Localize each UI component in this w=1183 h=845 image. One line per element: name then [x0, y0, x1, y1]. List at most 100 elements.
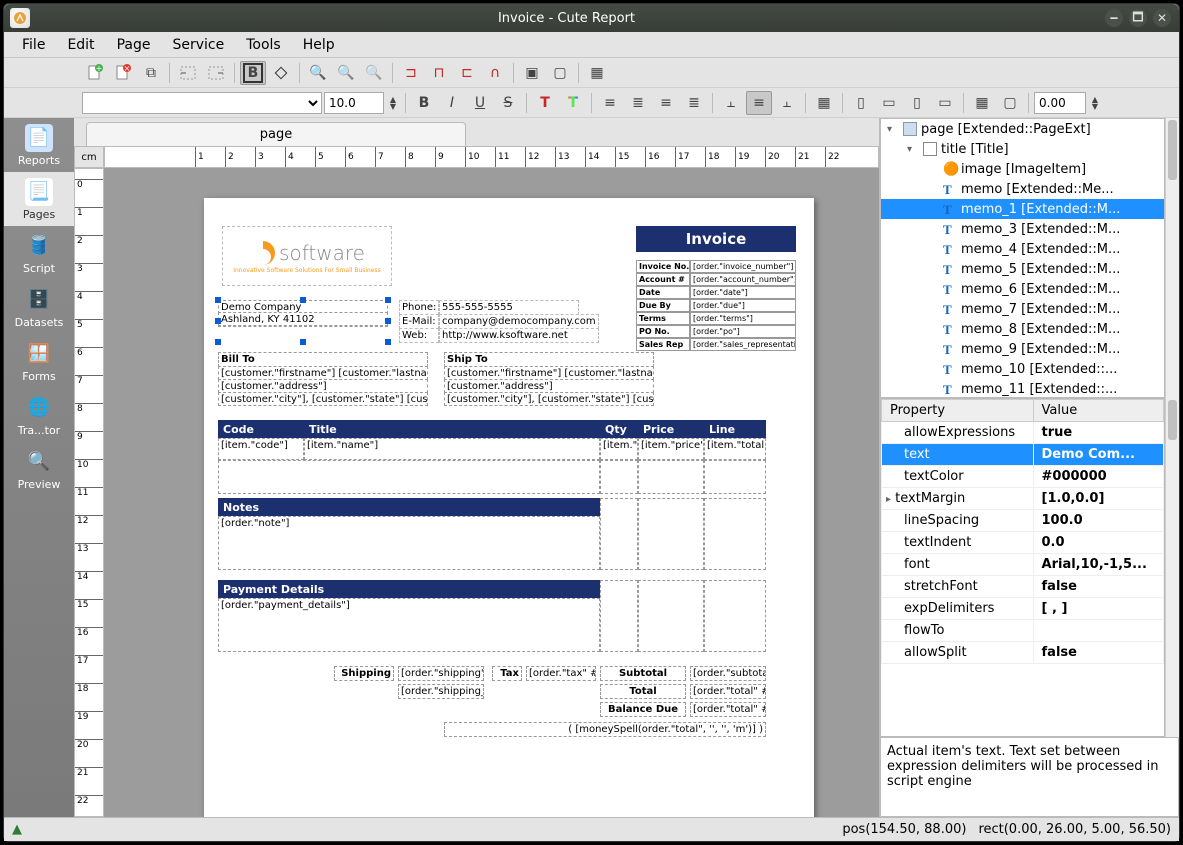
- font-size-spin[interactable]: ▲▼: [386, 91, 400, 115]
- report-page[interactable]: software Innovative Software Solutions F…: [204, 198, 814, 817]
- tree-row[interactable]: ▾title [Title]: [881, 139, 1164, 159]
- addr-line[interactable]: [customer."city"], [customer."state"] [c…: [218, 392, 428, 406]
- property-row[interactable]: flowTo: [882, 620, 1164, 642]
- diamond-icon[interactable]: [268, 61, 294, 85]
- underline-icon[interactable]: U: [467, 91, 493, 115]
- blank-price[interactable]: [638, 460, 704, 494]
- tree-row[interactable]: Tmemo_10 [Extended::...: [881, 359, 1164, 379]
- addr-line[interactable]: [customer."address"]: [444, 379, 654, 393]
- tree-scrollbar[interactable]: [1165, 118, 1179, 398]
- bold-icon[interactable]: B: [411, 91, 437, 115]
- meta-label[interactable]: Due By: [636, 299, 690, 312]
- phone-label[interactable]: Phone:: [399, 300, 439, 315]
- balance-label[interactable]: Balance Due: [600, 702, 686, 717]
- align-left-icon[interactable]: ≡: [597, 91, 623, 115]
- minimize-button[interactable]: 🗕: [1105, 9, 1123, 27]
- col-qty[interactable]: Qty: [600, 420, 638, 438]
- pay-col4[interactable]: [704, 580, 766, 652]
- valign-bottom-icon[interactable]: ⫠: [774, 91, 800, 115]
- design-canvas[interactable]: software Innovative Software Solutions F…: [104, 168, 879, 817]
- meta-expr[interactable]: [order."invoice_number"]: [690, 260, 796, 273]
- prop-scrollbar[interactable]: [1165, 398, 1179, 737]
- total-label[interactable]: Total: [600, 684, 686, 699]
- company-block-selection[interactable]: Demo Company 1234 Main Street Ashland, K…: [218, 300, 388, 313]
- blank-qty[interactable]: [600, 460, 638, 494]
- addr-line[interactable]: [customer."firstname"] [customer."lastna…: [218, 366, 428, 380]
- align-center-icon[interactable]: ≣: [625, 91, 651, 115]
- magnet-icon[interactable]: ∩: [482, 61, 508, 85]
- sidebar-item-preview[interactable]: 🔍Preview: [4, 442, 74, 496]
- sidebar-item-script[interactable]: 🛢️Script: [4, 226, 74, 280]
- sidebar-item-translator[interactable]: 🌐Tra...tor: [4, 388, 74, 442]
- page-tab[interactable]: page: [86, 122, 466, 146]
- italic-icon[interactable]: I: [439, 91, 465, 115]
- subtotal-value[interactable]: [order."subtotal"]: [690, 666, 766, 681]
- numeric-spin-input[interactable]: [1034, 92, 1086, 114]
- meta-expr[interactable]: [order."due"]: [690, 299, 796, 312]
- item-total[interactable]: [item."total" #n]: [704, 438, 766, 460]
- balance-value[interactable]: [order."total" #n]: [690, 702, 766, 717]
- col-price[interactable]: Price: [638, 420, 704, 438]
- maximize-button[interactable]: 🗖: [1129, 9, 1147, 27]
- ruler-unit[interactable]: cm: [74, 146, 104, 168]
- border-all-icon[interactable]: ▦: [969, 91, 995, 115]
- shipping-type[interactable]: [order."shipping_type"]: [398, 684, 484, 699]
- tree-row[interactable]: Tmemo_6 [Extended::M...: [881, 279, 1164, 299]
- shipto-header[interactable]: Ship To: [444, 352, 654, 367]
- border-bottom-icon[interactable]: ▭: [932, 91, 958, 115]
- phone-value[interactable]: 555-555-5555: [439, 300, 579, 315]
- border-right-icon[interactable]: ▯: [904, 91, 930, 115]
- money-spell[interactable]: ( [moneySpell(order."total", '', '', 'm'…: [444, 722, 766, 737]
- layer-front-icon[interactable]: ▣: [519, 61, 545, 85]
- property-row[interactable]: stretchFontfalse: [882, 576, 1164, 598]
- billto-header[interactable]: Bill To: [218, 352, 428, 367]
- magnet-right-icon[interactable]: ⊏: [454, 61, 480, 85]
- meta-label[interactable]: Sales Rep: [636, 338, 690, 351]
- property-row[interactable]: ▸ textMargin[1.0,0.0]: [882, 488, 1164, 510]
- align-justify-icon[interactable]: ≣: [681, 91, 707, 115]
- payment-header[interactable]: Payment Details: [218, 580, 600, 598]
- copy-icon[interactable]: ⧉: [138, 61, 164, 85]
- new-icon[interactable]: +: [82, 61, 108, 85]
- email-value[interactable]: company@democompany.com: [439, 314, 599, 329]
- property-row[interactable]: allowSplitfalse: [882, 642, 1164, 664]
- meta-label[interactable]: Invoice No.: [636, 260, 690, 273]
- property-row[interactable]: expDelimiters[ , ]: [882, 598, 1164, 620]
- shipping-label[interactable]: Shipping: [334, 666, 394, 681]
- tree-row[interactable]: Tmemo_5 [Extended::M...: [881, 259, 1164, 279]
- property-row[interactable]: lineSpacing100.0: [882, 510, 1164, 532]
- sidebar-item-forms[interactable]: 🪟Forms: [4, 334, 74, 388]
- col-total[interactable]: Line total: [704, 420, 766, 438]
- tree-row[interactable]: Tmemo_3 [Extended::M...: [881, 219, 1164, 239]
- tree-row[interactable]: ▾page [Extended::PageExt]: [881, 119, 1164, 139]
- magnet-up-icon[interactable]: ⊓: [426, 61, 452, 85]
- bold-frame-icon[interactable]: B: [240, 61, 266, 85]
- addr-line[interactable]: [customer."city"], [customer."state"] [c…: [444, 392, 654, 406]
- addr-line[interactable]: [customer."address"]: [218, 379, 428, 393]
- meta-expr[interactable]: [order."date"]: [690, 286, 796, 299]
- pay-col2[interactable]: [600, 580, 638, 652]
- tree-row[interactable]: Tmemo_8 [Extended::M...: [881, 319, 1164, 339]
- sidebar-item-datasets[interactable]: 🗄️Datasets: [4, 280, 74, 334]
- zoom-fit-icon[interactable]: 🔍: [361, 61, 387, 85]
- tree-row[interactable]: Tmemo [Extended::Me...: [881, 179, 1164, 199]
- sidebar-item-pages[interactable]: 📃Pages: [4, 172, 74, 226]
- object-tree[interactable]: ▾page [Extended::PageExt]▾title [Title]🟠…: [880, 118, 1165, 398]
- tree-row[interactable]: Tmemo_4 [Extended::M...: [881, 239, 1164, 259]
- menu-help[interactable]: Help: [293, 35, 345, 55]
- notes-col2[interactable]: [600, 498, 638, 570]
- sidebar-item-reports[interactable]: 📄Reports: [4, 118, 74, 172]
- property-grid[interactable]: PropertyValueallowExpressionstruetextDem…: [880, 398, 1165, 737]
- meta-label[interactable]: Date: [636, 286, 690, 299]
- meta-expr[interactable]: [order."sales_representative"]: [690, 338, 796, 351]
- property-row[interactable]: textColor#000000: [882, 466, 1164, 488]
- property-row[interactable]: textIndent0.0: [882, 532, 1164, 554]
- font-size-input[interactable]: [324, 92, 384, 114]
- logo-image[interactable]: software Innovative Software Solutions F…: [222, 226, 392, 286]
- align-right-icon[interactable]: ≡: [653, 91, 679, 115]
- subtotal-label[interactable]: Subtotal: [600, 666, 686, 681]
- col-title[interactable]: Title: [304, 420, 600, 438]
- border-top-icon[interactable]: ▭: [876, 91, 902, 115]
- meta-label[interactable]: Terms: [636, 312, 690, 325]
- notes-expr[interactable]: [order."note"]: [218, 516, 600, 570]
